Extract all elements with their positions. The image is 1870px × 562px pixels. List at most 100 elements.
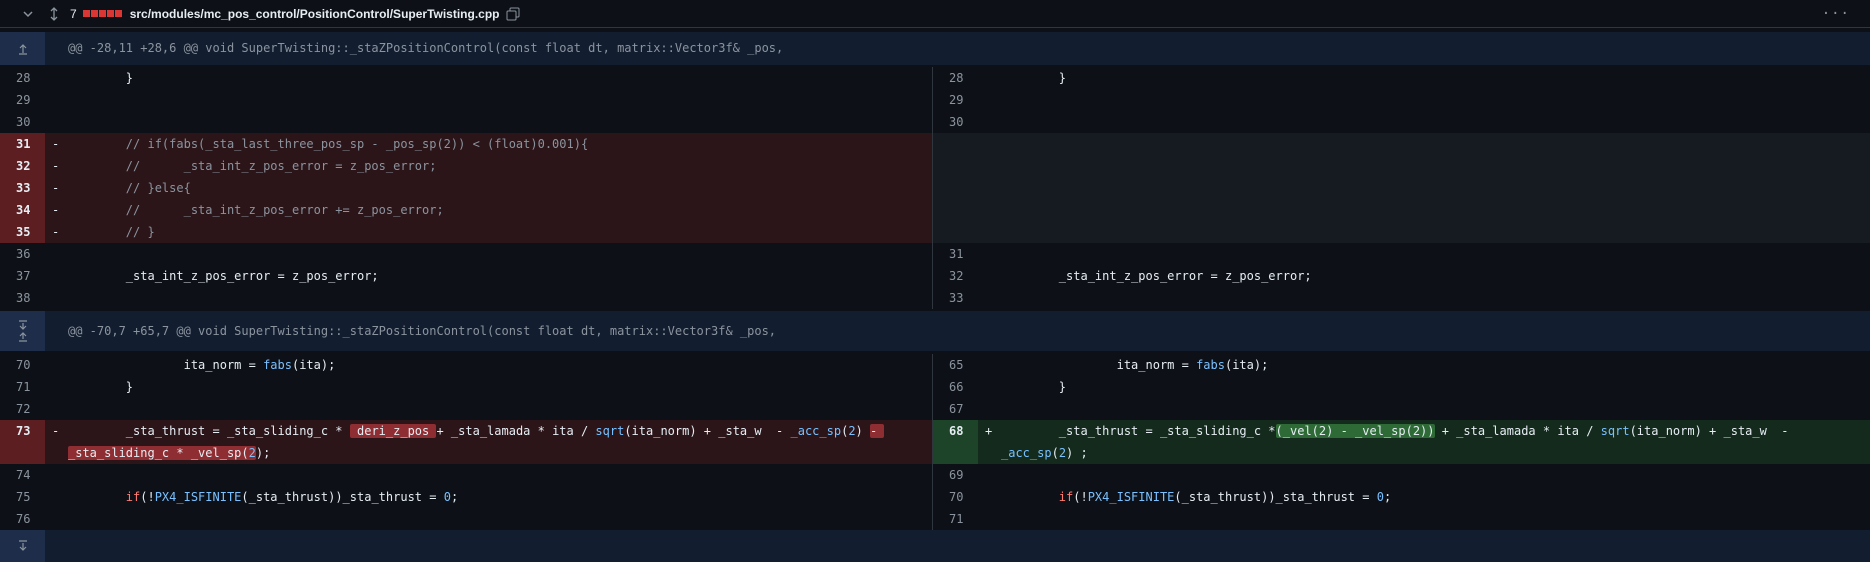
line-number[interactable]: 30 [0, 111, 45, 133]
code-token: _sta_thrust = _sta_sliding_c * [1001, 424, 1276, 438]
right-side: 33 [933, 287, 1870, 309]
code-token: + _sta_lamada * ita / [1434, 424, 1601, 438]
line-number[interactable]: 73 [0, 420, 45, 464]
line-number[interactable]: 72 [0, 398, 45, 420]
line-number[interactable]: 76 [0, 508, 45, 530]
line-number[interactable]: 74 [0, 464, 45, 486]
number-token: 0 [443, 490, 451, 504]
expand-up-icon[interactable] [0, 32, 45, 65]
line-number[interactable]: 32 [0, 155, 45, 177]
code-line: // if(fabs(_sta_last_three_pos_sp - _pos… [68, 137, 589, 151]
more-options-icon[interactable]: ··· [1822, 6, 1850, 22]
right-side: 69 [933, 464, 1870, 486]
code-line: } [68, 71, 134, 85]
number-token: 2 [848, 424, 856, 438]
right-side: 31 [933, 243, 1870, 265]
expand-all-icon[interactable] [46, 6, 62, 22]
code-token: ) ; [1066, 446, 1088, 460]
right-side: 66 } [933, 376, 1870, 398]
line-number[interactable]: 69 [933, 464, 978, 486]
code-token: (! [140, 490, 155, 504]
right-side: 30 [933, 111, 1870, 133]
diff-row: 70 ita_norm = fabs(ita); 65 ita_norm = f… [0, 354, 1870, 376]
diff-row: 75 if(!PX4_ISFINITE(_sta_thrust))_sta_th… [0, 486, 1870, 508]
line-number[interactable]: 37 [0, 265, 45, 287]
line-number[interactable]: 65 [933, 354, 978, 376]
left-side: 37 _sta_int_z_pos_error = z_pos_error; [0, 265, 932, 287]
line-number[interactable]: 30 [933, 111, 978, 133]
expand-both-icon[interactable] [0, 311, 45, 351]
line-number[interactable]: 31 [933, 243, 978, 265]
code-line: } [1001, 380, 1067, 394]
left-side: 36 [0, 243, 932, 265]
line-number[interactable]: 28 [0, 67, 45, 89]
line-number[interactable]: 70 [0, 354, 45, 376]
code-line-wrap: _acc_sp(2) ; [1001, 442, 1870, 464]
code-token: ita_norm = [68, 358, 264, 372]
right-side: 70 if(!PX4_ISFINITE(_sta_thrust))_sta_th… [933, 486, 1870, 508]
function-token: _acc_sp [1001, 446, 1052, 460]
code-token: ) [855, 424, 870, 438]
line-number[interactable]: 36 [0, 243, 45, 265]
line-number[interactable]: 29 [933, 89, 978, 111]
empty-side [933, 133, 1870, 155]
function-token: _acc_sp [790, 424, 842, 438]
keyword-token: if [1058, 490, 1074, 504]
expand-down-row [0, 530, 1870, 562]
diff-row-deleted: 33 - // }else{ [0, 177, 1870, 199]
right-side: 65 ita_norm = fabs(ita); [933, 354, 1870, 376]
expand-down-icon[interactable] [0, 530, 45, 562]
code-line: _sta_thrust = _sta_sliding_c * deri_z_po… [68, 420, 932, 442]
code-token: + _sta_lamada * ita / [436, 424, 596, 438]
line-number[interactable]: 68 [933, 420, 978, 464]
code-token: _sta_sliding_c * _vel_sp( [68, 446, 249, 460]
file-path[interactable]: src/modules/mc_pos_control/PositionContr… [130, 7, 500, 21]
deleted-highlight: _sta_sliding_c * _vel_sp(2 [68, 446, 256, 460]
number-token: 0 [1376, 490, 1384, 504]
function-token: fabs [1196, 358, 1225, 372]
keyword-token: if [125, 490, 141, 504]
hunk-header: @@ -70,7 +65,7 @@ void SuperTwisting::_s… [0, 311, 1870, 351]
right-side: 71 [933, 508, 1870, 530]
line-number[interactable]: 31 [0, 133, 45, 155]
added-highlight: (_vel(2) - _vel_sp(2)) [1275, 424, 1435, 438]
number-token: 2 [1058, 446, 1067, 460]
deletion-marker: - [52, 203, 60, 217]
code-token: (ita); [291, 358, 336, 372]
code-token: _sta_thrust = _sta_sliding_c * [68, 424, 350, 438]
line-number[interactable]: 71 [0, 376, 45, 398]
macro-token: PX4_ISFINITE [154, 490, 242, 504]
code-line: _sta_int_z_pos_error = z_pos_error; [68, 269, 379, 283]
line-number[interactable]: 35 [0, 221, 45, 243]
diffstat-block [90, 10, 98, 17]
diffstat-block [114, 10, 122, 17]
line-number[interactable]: 70 [933, 486, 978, 508]
line-number[interactable]: 32 [933, 265, 978, 287]
left-side: 74 [0, 464, 932, 486]
line-number[interactable]: 29 [0, 89, 45, 111]
chevron-down-icon[interactable] [20, 6, 36, 22]
code-line: } [1001, 71, 1067, 85]
empty-side [933, 199, 1870, 221]
line-number[interactable]: 33 [933, 287, 978, 309]
deletion-marker: - [52, 225, 60, 239]
hunk-header: @@ -28,11 +28,6 @@ void SuperTwisting::_… [0, 32, 1870, 65]
left-side: 71 } [0, 376, 932, 398]
copy-icon[interactable] [506, 6, 522, 22]
line-number[interactable]: 38 [0, 287, 45, 309]
diff-row: 36 31 [0, 243, 1870, 265]
number-token: 2 [248, 446, 256, 460]
code-token: ; [1383, 490, 1392, 504]
line-number[interactable]: 34 [0, 199, 45, 221]
left-side: 70 ita_norm = fabs(ita); [0, 354, 932, 376]
code-line: _sta_thrust = _sta_sliding_c *(_vel(2) -… [1001, 420, 1870, 442]
line-number[interactable]: 75 [0, 486, 45, 508]
line-number[interactable]: 33 [0, 177, 45, 199]
line-number[interactable]: 67 [933, 398, 978, 420]
code-line: if(!PX4_ISFINITE(_sta_thrust))_sta_thrus… [1001, 486, 1870, 508]
line-number[interactable]: 66 [933, 376, 978, 398]
line-number[interactable]: 28 [933, 67, 978, 89]
line-number[interactable]: 71 [933, 508, 978, 530]
